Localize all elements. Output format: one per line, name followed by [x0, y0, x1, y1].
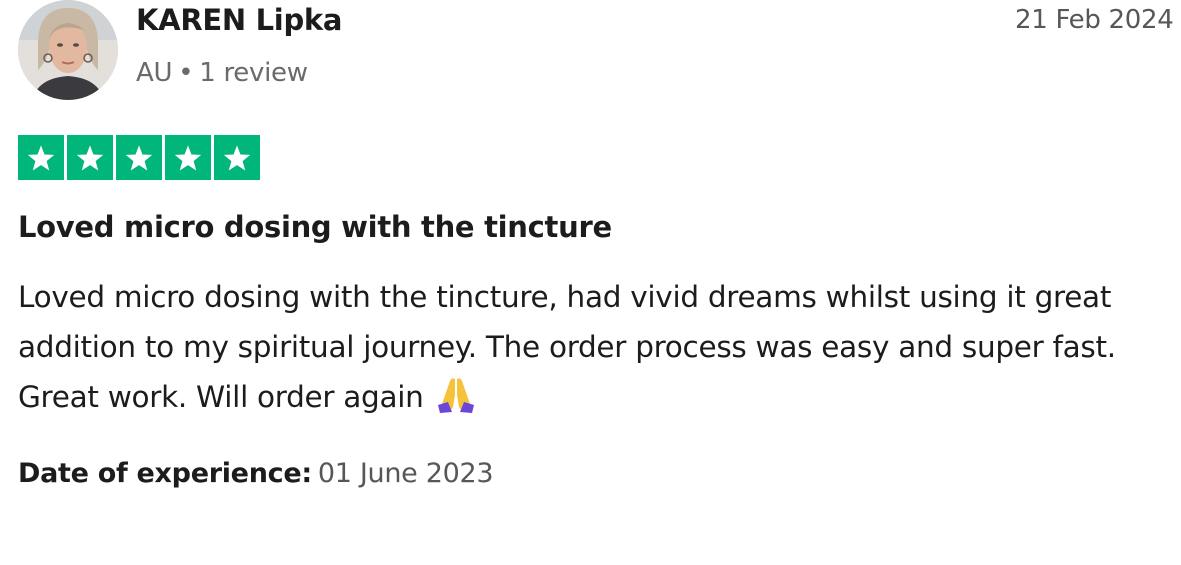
reviewer-country: AU: [136, 58, 173, 88]
date-of-experience: Date of experience: 01 June 2023: [18, 458, 494, 489]
reviewer-review-count: 1 review: [199, 58, 308, 88]
meta-separator: •: [178, 58, 194, 88]
review-date: 21 Feb 2024: [1015, 5, 1174, 35]
reviewer-meta: AU • 1 review: [136, 58, 308, 88]
experience-label: Date of experience:: [18, 458, 312, 489]
experience-value: 01 June 2023: [317, 458, 494, 489]
star-icon: [116, 135, 162, 180]
review-body-text: Loved micro dosing with the tincture, ha…: [18, 280, 1116, 414]
star-icon: [67, 135, 113, 180]
avatar[interactable]: [18, 0, 118, 100]
star-icon: [214, 135, 260, 180]
review-card: KAREN Lipka AU • 1 review 21 Feb 2024 Love…: [0, 0, 1181, 565]
star-icon: [165, 135, 211, 180]
reviewer-name[interactable]: KAREN Lipka: [136, 3, 342, 37]
star-rating: [18, 135, 260, 180]
review-body: Loved micro dosing with the tincture, ha…: [18, 272, 1176, 428]
star-icon: [18, 135, 64, 180]
review-title[interactable]: Loved micro dosing with the tincture: [18, 210, 612, 244]
reviewer-photo: [18, 0, 118, 100]
folded-hands-icon: [436, 375, 476, 428]
